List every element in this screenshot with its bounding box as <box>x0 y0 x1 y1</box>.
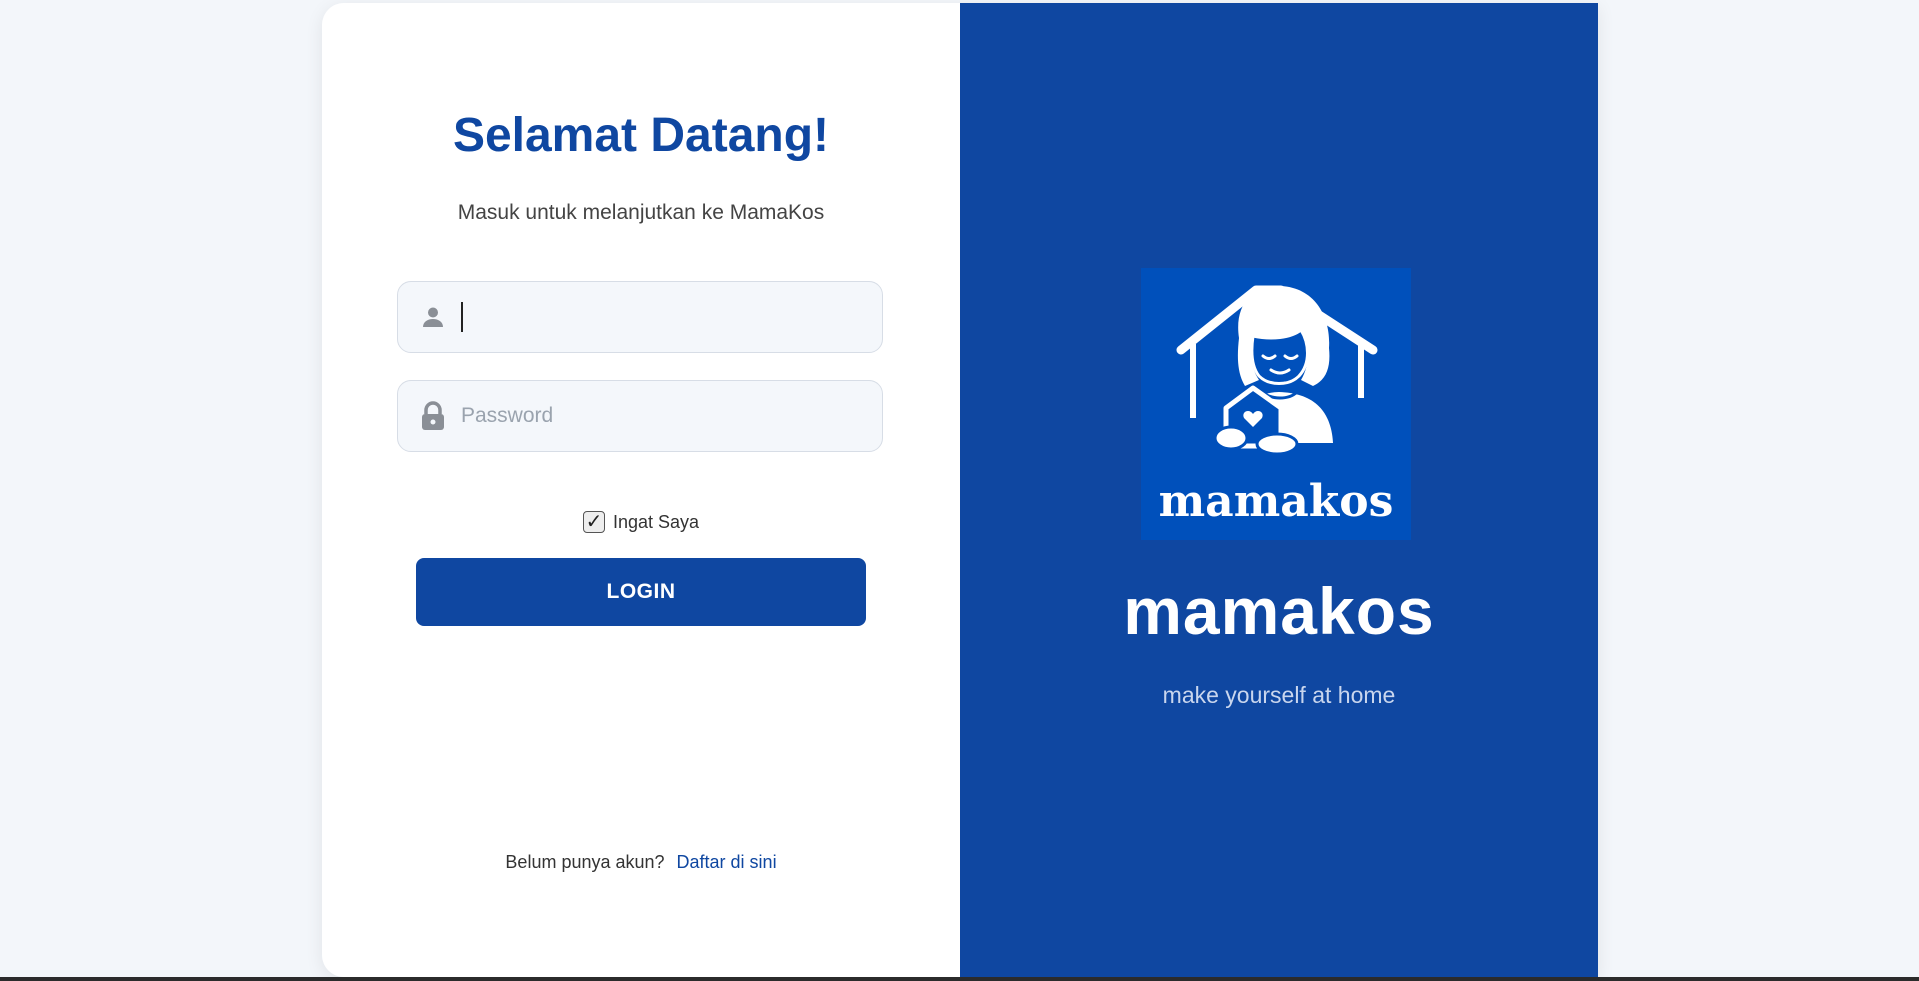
register-prompt: Belum punya akun? Daftar di sini <box>322 852 960 873</box>
username-field <box>397 281 883 353</box>
remember-checkbox[interactable]: ✓ <box>582 511 605 533</box>
mother-house-illustration <box>1176 285 1378 456</box>
login-panel: Selamat Datang! Masuk untuk melanjutkan … <box>322 3 960 977</box>
page-title: Selamat Datang! <box>452 109 830 162</box>
brand-name: mamakos <box>1123 574 1435 648</box>
brand-tagline: make yourself at home <box>1162 682 1396 708</box>
page-subtitle: Masuk untuk melanjutkan ke MamaKos <box>457 201 825 224</box>
login-card: Selamat Datang! Masuk untuk melanjutkan … <box>322 3 1598 977</box>
username-input[interactable] <box>459 296 863 338</box>
user-icon <box>419 303 447 331</box>
lock-icon <box>419 401 447 430</box>
brand-panel: mamakos mamakos make yourself at home <box>960 3 1598 977</box>
logo-wordmark: mamakos <box>1158 476 1394 527</box>
password-input[interactable] <box>459 395 863 437</box>
login-button[interactable]: LOGIN <box>416 558 866 626</box>
text-caret <box>461 302 463 332</box>
taskbar-edge <box>0 977 1919 981</box>
register-link[interactable]: Daftar di sini <box>677 852 777 872</box>
register-text: Belum punya akun? <box>505 852 665 872</box>
remember-label: Ingat Saya <box>612 511 700 532</box>
password-field <box>397 380 883 452</box>
mamakos-logo: mamakos <box>1141 268 1411 540</box>
remember-me: ✓ Ingat Saya <box>322 511 960 533</box>
